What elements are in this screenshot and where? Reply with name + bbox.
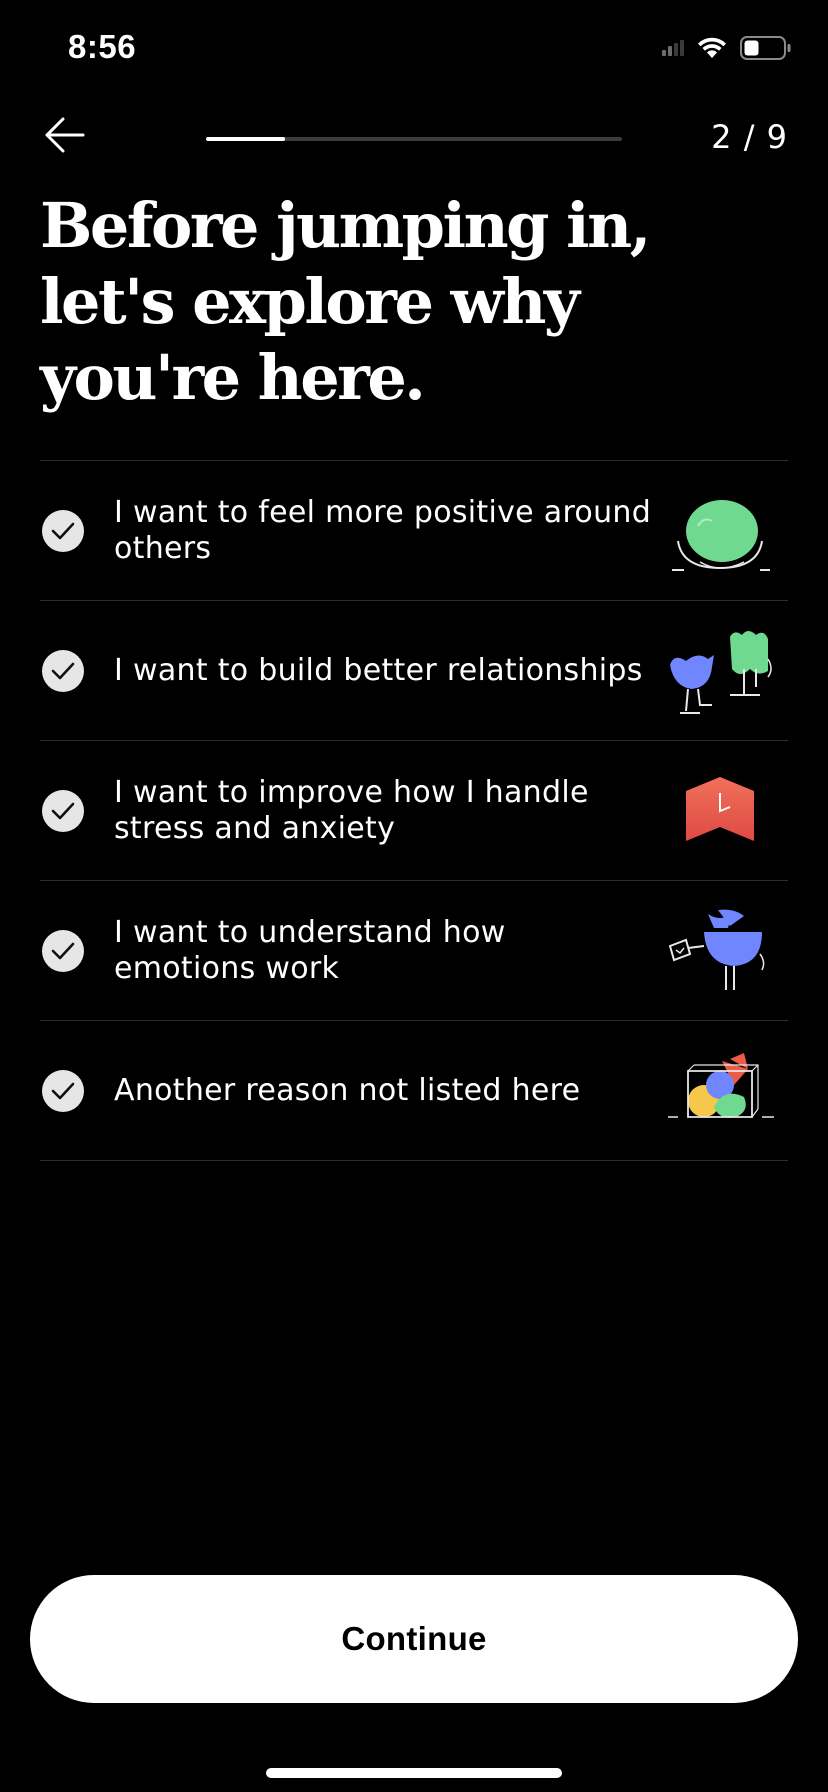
checkmark-icon[interactable] bbox=[42, 789, 84, 832]
status-time: 8:56 bbox=[68, 28, 137, 65]
cellular-signal-icon bbox=[662, 40, 684, 60]
option-label: I want to build better relationships bbox=[114, 652, 643, 688]
green-blob-bowl-illustration bbox=[664, 481, 776, 581]
home-indicator bbox=[266, 1768, 562, 1778]
reasons-list: I want to feel more positive around othe… bbox=[40, 460, 788, 1161]
arrow-left-icon bbox=[43, 113, 87, 161]
onboarding-nav: 2 / 9 bbox=[0, 110, 828, 170]
wifi-icon bbox=[696, 36, 728, 64]
status-bar: 8:56 bbox=[0, 0, 828, 100]
battery-icon bbox=[740, 36, 792, 64]
checkmark-icon[interactable] bbox=[42, 509, 84, 552]
option-better-relationships[interactable]: I want to build better relationships bbox=[40, 601, 788, 741]
colorful-shapes-box-illustration bbox=[664, 1041, 776, 1141]
checkmark-icon[interactable] bbox=[42, 649, 84, 692]
option-label: Another reason not listed here bbox=[114, 1072, 581, 1108]
option-label: I want to understand how emotions work bbox=[114, 914, 506, 986]
page-title: Before jumping in, let's explore why you… bbox=[40, 189, 651, 414]
option-positive-around-others[interactable]: I want to feel more positive around othe… bbox=[40, 461, 788, 601]
blue-bird-green-plant-illustration bbox=[664, 621, 776, 721]
blue-creature-flag-illustration bbox=[664, 901, 776, 1001]
option-label: I want to improve how I handle stress an… bbox=[114, 774, 589, 846]
red-clock-banner-illustration bbox=[664, 761, 776, 861]
step-counter: 2 / 9 bbox=[711, 118, 788, 156]
option-understand-emotions[interactable]: I want to understand how emotions work bbox=[40, 881, 788, 1021]
status-icons bbox=[662, 36, 792, 64]
continue-button[interactable]: Continue bbox=[30, 1575, 798, 1703]
progress-bar bbox=[206, 137, 622, 141]
progress-fill bbox=[206, 137, 286, 141]
option-handle-stress-anxiety[interactable]: I want to improve how I handle stress an… bbox=[40, 741, 788, 881]
checkmark-icon[interactable] bbox=[42, 1069, 84, 1112]
option-label: I want to feel more positive around othe… bbox=[114, 494, 652, 566]
checkmark-icon[interactable] bbox=[42, 929, 84, 972]
back-button[interactable] bbox=[38, 110, 92, 164]
option-another-reason[interactable]: Another reason not listed here bbox=[40, 1021, 788, 1161]
